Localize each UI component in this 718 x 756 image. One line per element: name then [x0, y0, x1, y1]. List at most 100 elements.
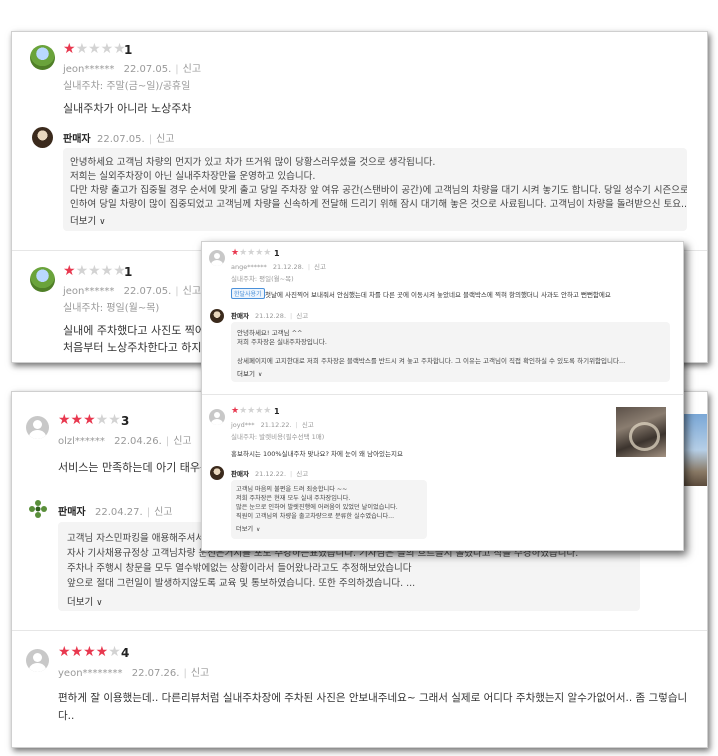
review-meta: yeon******** 22.07.26. | 신고 — [58, 668, 210, 679]
seller-avatar — [32, 127, 53, 148]
seller-report-link[interactable]: 신고 — [156, 134, 174, 145]
purchase-option: 실내주차: 발렛비용(필수선택 1매) — [231, 433, 325, 441]
more-button[interactable]: 더보기 ∨ — [67, 594, 103, 608]
reply-line: 직원이 고객님의 차량을 출고차량으로 분류한 실수였습니다... — [236, 513, 395, 520]
chevron-down-icon: ∨ — [99, 217, 106, 227]
seller-avatar — [210, 309, 224, 323]
review-meta: joyd*** 21.12.22. | 신고 — [231, 421, 314, 429]
review-body-line: 실내에 주차했다고 사진도 찍어 보 — [63, 324, 219, 337]
user-avatar — [209, 250, 225, 266]
star-rating: ★★★★★ — [63, 41, 126, 57]
seller-reply-box: 안녕하세요! 고객님 ^^ 저희 주차장은 실내주차장입니다. 상세페이지에 고… — [231, 322, 670, 382]
review-date: 21.12.28. — [272, 263, 304, 271]
user-avatar — [26, 649, 49, 672]
seller-avatar — [29, 500, 47, 518]
seller-reply-box: 안녕하세요 고객님 차량의 먼지가 있고 차가 뜨거워 많이 당황스러우셨을 것… — [63, 148, 687, 231]
review-meta: jeon****** 22.07.05. | 신고 — [63, 64, 202, 75]
review-body: 서비스는 만족하는데 아기 태우는 — [58, 461, 211, 474]
seller-reply-date: 22.07.05. — [97, 134, 145, 145]
review-photo-thumbnail[interactable] — [616, 407, 666, 457]
review-meta: olzl****** 22.04.26. | 신고 — [58, 436, 192, 447]
more-label: 더보기 — [67, 597, 94, 608]
review-body-line: 편하게 잘 이용했는데.. 다른리뷰처럼 실내주차장에 주차된 사진은 안보내주… — [58, 692, 688, 704]
rating-number: 3 — [121, 414, 130, 428]
reply-line: 안녕하세요 고객님 차량의 먼지가 있고 차가 뜨거워 많이 당황스러우셨을 것… — [70, 157, 436, 168]
purchase-option: 실내주차: 주말(금~일)/공휴일 — [63, 81, 191, 92]
reply-line: 인하여 당일 차량이 많이 집중되었고 고객님께 차량을 신속하게 전달해 드리… — [70, 199, 687, 210]
seller-name: 판매자 — [58, 507, 86, 518]
seller-reply-box: 고객님 마음의 불편을 드려 죄송합니다 ~~ 저희 주차장은 현재 모두 실내… — [231, 480, 427, 539]
reply-line: 많은 눈으로 인하여 발렛진행에 어려움이 있었던 날이었습니다. — [236, 504, 398, 511]
seller-report-link[interactable]: 신고 — [296, 312, 308, 320]
divider — [202, 394, 683, 395]
seller-reply-date: 21.12.22. — [255, 470, 287, 478]
review-body-line: 다.. — [58, 710, 75, 722]
review-date: 22.04.26. — [114, 436, 162, 447]
reply-line: 다만 차량 출고가 집중될 경우 순서에 맞게 출고 당일 주차장 앞 여유 공… — [70, 185, 687, 196]
report-link[interactable]: 신고 — [183, 64, 201, 75]
reply-line: 저희 주차장은 실내주차장입니다. — [237, 338, 327, 346]
seller-meta: 22.07.05. | 신고 — [97, 134, 175, 145]
seller-reply-date: 22.04.27. — [95, 507, 143, 518]
rating-number: 1 — [274, 407, 280, 416]
reply-line: 주차나 주행시 창문을 모두 열수밖에없는 상황이라서 들어왔나라고도 추정해보… — [67, 563, 412, 574]
seller-meta: 21.12.28. | 신고 — [255, 312, 309, 320]
seller-meta: 22.04.27. | 신고 — [95, 507, 173, 518]
more-button[interactable]: 더보기 ∨ — [237, 368, 262, 378]
reviewer-id: olzl****** — [58, 436, 105, 447]
review-date: 21.12.22. — [260, 421, 292, 429]
review-body: 실내주차가 아니라 노상주차 — [63, 102, 192, 115]
report-link[interactable]: 신고 — [183, 286, 201, 297]
rating-number: 4 — [121, 646, 130, 660]
seller-name: 판매자 — [63, 134, 91, 145]
review-date: 22.07.26. — [131, 668, 180, 679]
star-rating: ★★★★★ — [231, 248, 272, 258]
long-term-use-badge: 한달사용기 — [231, 288, 265, 299]
report-link[interactable]: 신고 — [191, 668, 209, 679]
user-avatar — [209, 409, 225, 425]
user-avatar — [30, 45, 55, 70]
more-label: 더보기 — [70, 216, 97, 227]
reviewer-id: joyd*** — [231, 421, 255, 429]
report-link[interactable]: 신고 — [314, 263, 326, 271]
review-body: 첫날에 사진찍어 보내줘서 안심했는데 차를 다른 곳에 이동시켜 놓았네요 블… — [265, 291, 611, 299]
more-label: 더보기 — [236, 526, 254, 533]
report-link[interactable]: 신고 — [173, 436, 191, 447]
rating-number: 1 — [274, 249, 280, 258]
review-meta: jeon****** 22.07.05. | 신고 — [63, 286, 202, 297]
purchase-option: 실내주차: 평일(월~목) — [231, 275, 294, 283]
seller-report-link[interactable]: 신고 — [296, 470, 308, 478]
reply-line: 저희는 실외주차장이 아닌 실내주차장만을 운영하고 있습니다. — [70, 171, 316, 182]
reply-line: 고객님 마음의 불편을 드려 죄송합니다 ~~ — [236, 486, 348, 493]
review-photo-thumbnail[interactable] — [683, 414, 707, 486]
seller-avatar — [210, 466, 224, 480]
chevron-down-icon: ∨ — [96, 598, 103, 608]
star-rating: ★★★★★ — [58, 412, 121, 428]
divider — [12, 630, 707, 631]
reviewer-id: jeon****** — [63, 286, 115, 297]
seller-name: 판매자 — [231, 312, 249, 320]
rating-number: 1 — [124, 265, 133, 279]
rating-number: 1 — [124, 43, 133, 57]
reply-line: 앞으로 절대 그런일이 발생하지않도록 교육 및 통보하였습니다. 또한 주의하… — [67, 578, 416, 589]
reviewer-id: jeon****** — [63, 64, 115, 75]
seller-name: 판매자 — [231, 470, 249, 478]
reviewer-id: ange****** — [231, 263, 267, 271]
more-button[interactable]: 더보기 ∨ — [236, 524, 260, 533]
review-body-line: 처음부터 노상주차한다고 하지..정 — [63, 341, 219, 354]
reply-line: 저희 주차장은 현재 모두 실내 주차장입니다. — [236, 495, 351, 502]
seller-report-link[interactable]: 신고 — [154, 507, 172, 518]
more-label: 더보기 — [237, 370, 255, 378]
review-date: 22.07.05. — [123, 64, 172, 75]
reviewer-id: yeon******** — [58, 668, 123, 679]
star-rating: ★★★★★ — [58, 644, 121, 660]
review-body: 홍보하시는 100%실내주차 맞나요? 차에 눈이 왜 남아있는지요 — [231, 450, 403, 458]
reply-line: 고객님 자스민파킹을 애용해주셔서 — [67, 533, 205, 544]
report-link[interactable]: 신고 — [302, 421, 314, 429]
review-date: 22.07.05. — [123, 286, 172, 297]
star-rating: ★★★★★ — [231, 406, 272, 416]
more-button[interactable]: 더보기 ∨ — [70, 213, 106, 227]
user-avatar — [30, 267, 55, 292]
review-meta: ange****** 21.12.28. | 신고 — [231, 263, 326, 271]
star-rating: ★★★★★ — [63, 263, 126, 279]
